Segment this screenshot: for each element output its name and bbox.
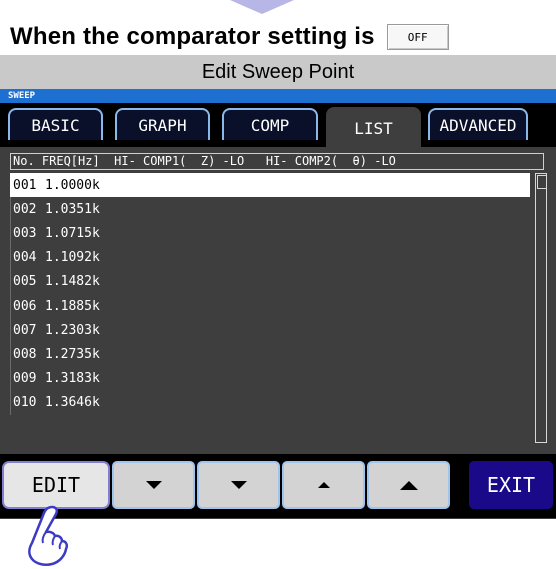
list-column-header: No. FREQ[Hz] HI- COMP1( Z) -LO HI- COMP2… xyxy=(10,153,544,170)
device-screen: SWEEP BASIC GRAPH COMP LIST ADVANCED No.… xyxy=(0,89,556,519)
point-frequency: 1.0000k xyxy=(45,177,100,193)
heading-text: When the comparator setting is xyxy=(10,23,375,50)
comparator-off-badge: OFF xyxy=(386,24,449,50)
chevron-down-icon xyxy=(145,481,162,489)
point-frequency: 1.2735k xyxy=(45,346,100,362)
list-item[interactable]: 007 1.2303k xyxy=(10,318,530,343)
list-item[interactable]: 009 1.3183k xyxy=(10,366,530,391)
chevron-down-icon xyxy=(230,481,247,489)
tab-advanced[interactable]: ADVANCED xyxy=(428,108,528,140)
point-number: 007 xyxy=(13,322,37,338)
window-title: Edit Sweep Point xyxy=(0,55,556,89)
tab-graph[interactable]: GRAPH xyxy=(115,108,210,140)
exit-button[interactable]: EXIT xyxy=(469,461,553,509)
point-frequency: 1.1092k xyxy=(45,250,100,266)
point-number: 002 xyxy=(13,201,37,217)
scroll-up-button[interactable] xyxy=(282,461,365,509)
tab-comp[interactable]: COMP xyxy=(222,108,318,140)
list-item[interactable]: 005 1.1482k xyxy=(10,269,530,294)
scroll-down-button[interactable] xyxy=(112,461,195,509)
pointer-arrow-icon xyxy=(230,0,294,14)
scrollbar-thumb[interactable] xyxy=(537,175,547,189)
page-up-button[interactable] xyxy=(367,461,450,509)
list-item[interactable]: 006 1.1885k xyxy=(10,293,530,319)
list-item[interactable]: 004 1.1092k xyxy=(10,245,530,270)
tab-list[interactable]: LIST xyxy=(326,107,421,147)
pointing-hand-icon xyxy=(28,505,69,567)
mode-label: SWEEP xyxy=(0,89,556,103)
comparator-heading: When the comparator setting is OFF xyxy=(10,22,449,52)
point-number: 009 xyxy=(13,371,37,387)
point-frequency: 1.2303k xyxy=(45,322,100,338)
list-item[interactable]: 010 1.3646k xyxy=(10,390,530,415)
point-frequency: 1.0351k xyxy=(45,201,100,217)
list-item[interactable]: 008 1.2735k xyxy=(10,342,530,367)
point-number: 004 xyxy=(13,250,37,266)
chevron-up-icon xyxy=(399,480,418,490)
point-frequency: 1.1482k xyxy=(45,274,100,290)
point-number: 006 xyxy=(13,298,37,314)
point-frequency: 1.1885k xyxy=(45,298,100,314)
point-number: 010 xyxy=(13,395,37,411)
point-number: 003 xyxy=(13,225,37,241)
sweep-point-list: 001 1.0000k 002 1.0351k 003 1.0715k 004 … xyxy=(10,173,530,415)
tab-bar: BASIC GRAPH COMP LIST ADVANCED xyxy=(0,103,556,147)
list-item[interactable]: 001 1.0000k xyxy=(10,173,530,198)
edit-button[interactable]: EDIT xyxy=(2,461,110,509)
point-number: 008 xyxy=(13,346,37,362)
list-scrollbar[interactable] xyxy=(535,173,547,443)
tab-basic[interactable]: BASIC xyxy=(8,108,103,140)
page-down-button[interactable] xyxy=(197,461,280,509)
point-number: 005 xyxy=(13,274,37,290)
list-item[interactable]: 003 1.0715k xyxy=(10,221,530,246)
point-number: 001 xyxy=(13,177,37,193)
chevron-up-icon xyxy=(317,482,330,488)
button-bar: EDIT EXIT xyxy=(0,454,556,518)
point-frequency: 1.0715k xyxy=(45,225,100,241)
point-frequency: 1.3183k xyxy=(45,371,100,387)
list-item[interactable]: 002 1.0351k xyxy=(10,197,530,222)
point-frequency: 1.3646k xyxy=(45,395,100,411)
